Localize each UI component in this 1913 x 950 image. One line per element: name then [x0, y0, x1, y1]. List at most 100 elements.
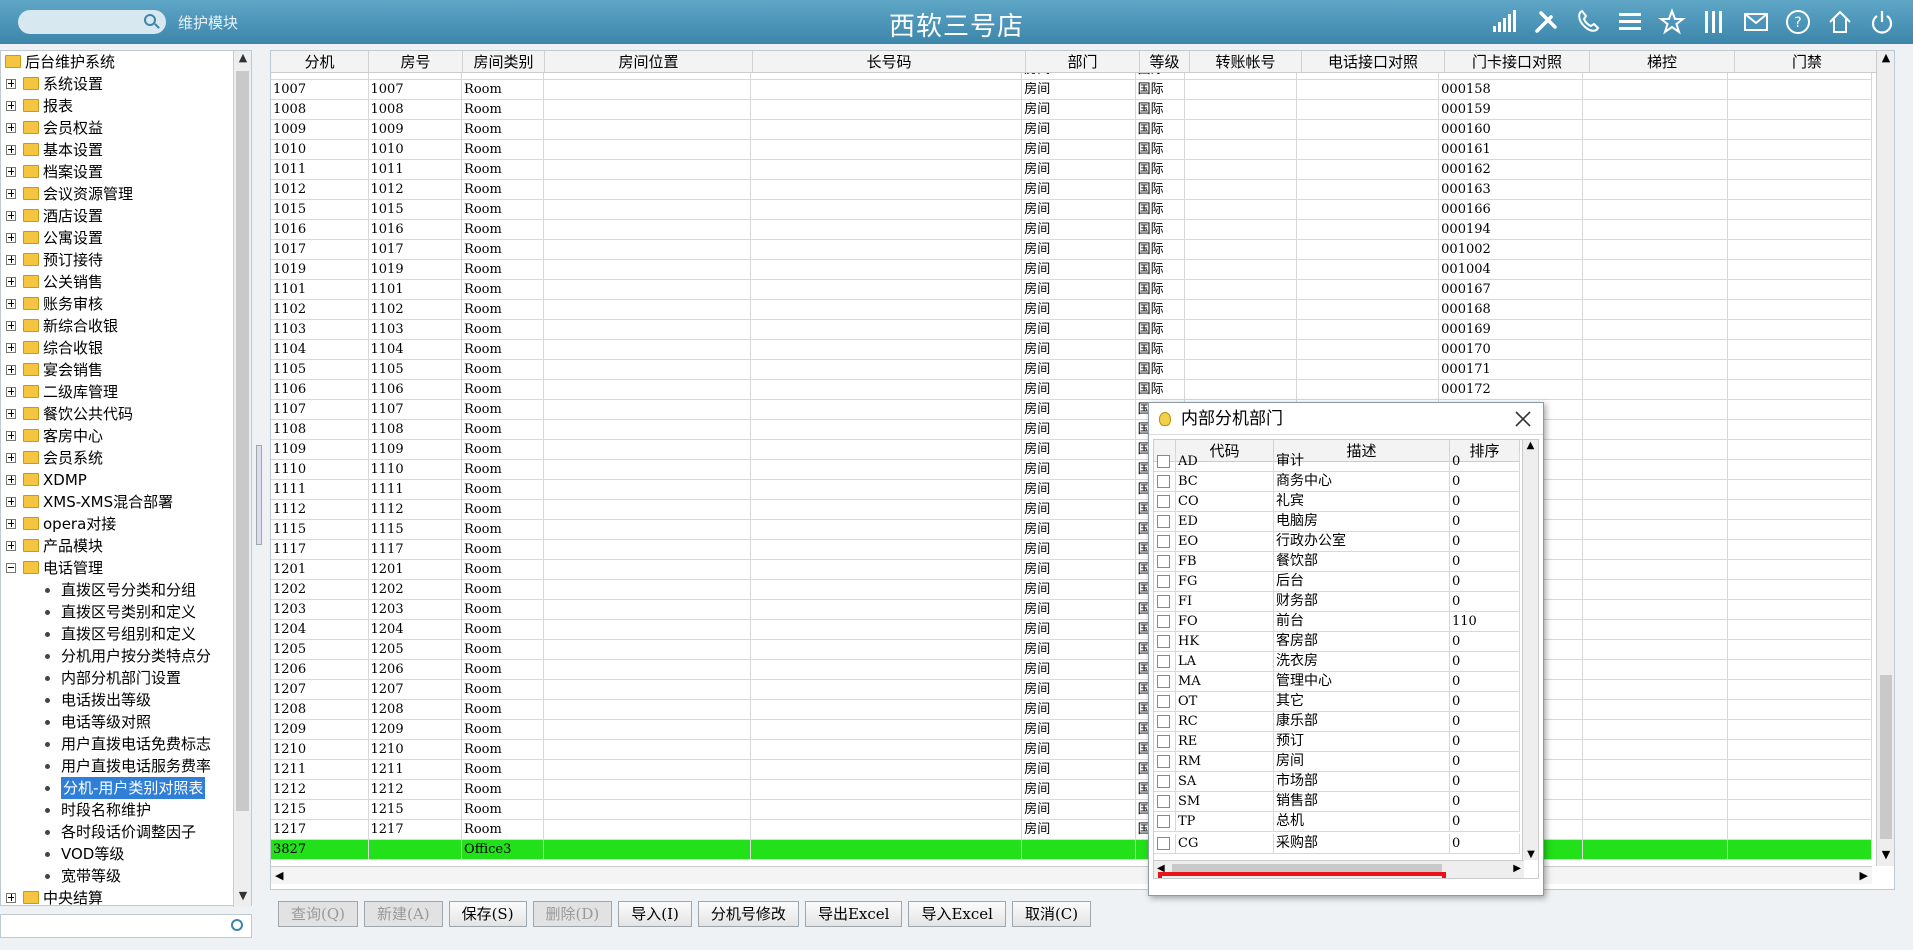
table-row[interactable]: 1111 1111 Room 房间国 — [271, 480, 1872, 500]
checkbox-icon[interactable] — [1157, 475, 1170, 488]
table-cell[interactable] — [1297, 260, 1440, 279]
table-cell[interactable]: 房间 — [1022, 600, 1136, 619]
table-cell[interactable]: Room — [462, 720, 544, 739]
table-row[interactable]: 1008 1008 Room 房间 国际 000159 — [271, 100, 1872, 120]
table-cell[interactable] — [544, 380, 751, 399]
table-cell[interactable] — [1583, 660, 1728, 679]
table-cell[interactable]: 1110 — [271, 460, 369, 479]
table-cell[interactable]: Room — [462, 640, 544, 659]
row-checkbox[interactable] — [1154, 572, 1176, 591]
table-cell[interactable] — [1583, 680, 1728, 699]
expand-icon[interactable] — [6, 299, 16, 309]
table-cell[interactable] — [1583, 140, 1728, 159]
table-cell[interactable] — [1728, 300, 1872, 319]
column-header[interactable]: 转账帐号 — [1190, 51, 1302, 72]
checkbox-icon[interactable] — [1157, 515, 1170, 528]
table-cell[interactable]: 房间 — [1022, 400, 1136, 419]
table-cell[interactable] — [751, 580, 1023, 599]
table-cell[interactable]: Room — [462, 300, 544, 319]
table-cell[interactable] — [751, 160, 1023, 179]
table-cell[interactable] — [1583, 480, 1728, 499]
table-cell[interactable]: 1110 — [369, 460, 463, 479]
table-cell[interactable]: 房间 — [1022, 680, 1136, 699]
table-cell[interactable]: 1105 — [369, 360, 463, 379]
tree-child[interactable]: 直拨区号分类和分组 — [1, 579, 233, 601]
table-cell[interactable] — [1583, 73, 1728, 79]
tree-child[interactable]: VOD等级 — [1, 843, 233, 865]
table-cell[interactable]: 1015 — [271, 200, 369, 219]
expand-icon[interactable] — [6, 409, 16, 419]
tree-item[interactable]: 中央结算 — [1, 887, 233, 907]
expand-icon[interactable] — [6, 211, 16, 221]
tree-item-expanded[interactable]: 电话管理 — [1, 557, 233, 579]
table-row[interactable]: 1201 1201 Room 房间国 — [271, 560, 1872, 580]
table-cell[interactable]: 1103 — [271, 320, 369, 339]
table-cell[interactable] — [544, 460, 751, 479]
tree-child[interactable]: 宽带等级 — [1, 865, 233, 887]
table-cell[interactable] — [1185, 320, 1297, 339]
table-cell[interactable] — [751, 760, 1023, 779]
table-row[interactable]: 1204 1204 Room 房间国 — [271, 620, 1872, 640]
scroll-down-icon[interactable]: ▼ — [234, 889, 252, 907]
table-cell[interactable] — [544, 540, 751, 559]
table-cell[interactable]: 1104 — [369, 340, 463, 359]
table-cell[interactable] — [1297, 280, 1440, 299]
checkbox-icon[interactable] — [1157, 615, 1170, 628]
table-cell[interactable] — [751, 640, 1023, 659]
tree-item[interactable]: 账务审核 — [1, 293, 233, 315]
table-cell[interactable] — [1728, 440, 1872, 459]
table-cell[interactable]: 1007 — [369, 80, 463, 99]
table-cell[interactable]: Room — [462, 700, 544, 719]
table-cell[interactable] — [751, 140, 1023, 159]
table-cell[interactable]: Room — [462, 760, 544, 779]
action-button[interactable]: 导入Excel — [908, 901, 1006, 927]
table-cell[interactable]: 1215 — [369, 800, 463, 819]
dept-row[interactable]: FO 前台 110 — [1154, 612, 1520, 632]
row-checkbox[interactable] — [1154, 652, 1176, 671]
close-icon[interactable] — [1513, 409, 1533, 429]
table-cell[interactable]: 1109 — [271, 440, 369, 459]
table-cell[interactable]: 1112 — [369, 500, 463, 519]
checkbox-icon[interactable] — [1157, 595, 1170, 608]
table-cell[interactable]: Room — [462, 620, 544, 639]
table-cell[interactable] — [1583, 400, 1728, 419]
table-cell[interactable] — [751, 280, 1023, 299]
table-cell[interactable]: 国际 — [1136, 320, 1186, 339]
table-cell[interactable]: 1201 — [369, 560, 463, 579]
table-cell[interactable]: 房间 — [1022, 700, 1136, 719]
table-cell[interactable]: 1105 — [271, 360, 369, 379]
checkbox-icon[interactable] — [1157, 695, 1170, 708]
table-cell[interactable]: 1012 — [271, 180, 369, 199]
row-checkbox[interactable] — [1154, 772, 1176, 791]
table-cell[interactable]: 1017 — [369, 240, 463, 259]
mail-icon[interactable] — [1739, 6, 1773, 38]
table-cell[interactable]: 房间 — [1022, 480, 1136, 499]
table-row[interactable]: 1009 1009 Room 房间 国际 000160 — [271, 120, 1872, 140]
table-cell[interactable]: 1207 — [369, 680, 463, 699]
table-cell[interactable]: Room — [462, 80, 544, 99]
table-cell[interactable]: 房间 — [1022, 640, 1136, 659]
table-row[interactable]: 1215 1215 Room 房间国 — [271, 800, 1872, 820]
table-cell[interactable]: 000162 — [1439, 160, 1584, 179]
row-checkbox[interactable] — [1154, 692, 1176, 711]
column-header[interactable]: 等级 — [1140, 51, 1190, 72]
tree-item[interactable]: 会员权益 — [1, 117, 233, 139]
table-cell[interactable] — [751, 400, 1023, 419]
table-cell[interactable]: 000166 — [1439, 200, 1584, 219]
expand-icon[interactable] — [6, 189, 16, 199]
table-cell[interactable]: 房间 — [1022, 580, 1136, 599]
column-header[interactable]: 部门 — [1026, 51, 1140, 72]
table-cell[interactable] — [751, 180, 1023, 199]
table-cell[interactable] — [544, 500, 751, 519]
scroll-thumb[interactable] — [1880, 675, 1892, 839]
expand-icon[interactable] — [6, 123, 16, 133]
table-cell[interactable]: 1208 — [271, 700, 369, 719]
table-cell[interactable]: 国际 — [1136, 260, 1186, 279]
scroll-up-icon[interactable]: ▲ — [1877, 51, 1894, 69]
tree-item[interactable]: 报表 — [1, 95, 233, 117]
search-icon[interactable] — [144, 14, 156, 26]
table-cell[interactable]: 1019 — [369, 260, 463, 279]
table-cell[interactable] — [1728, 140, 1872, 159]
table-cell[interactable] — [1583, 80, 1728, 99]
table-cell[interactable] — [1583, 620, 1728, 639]
